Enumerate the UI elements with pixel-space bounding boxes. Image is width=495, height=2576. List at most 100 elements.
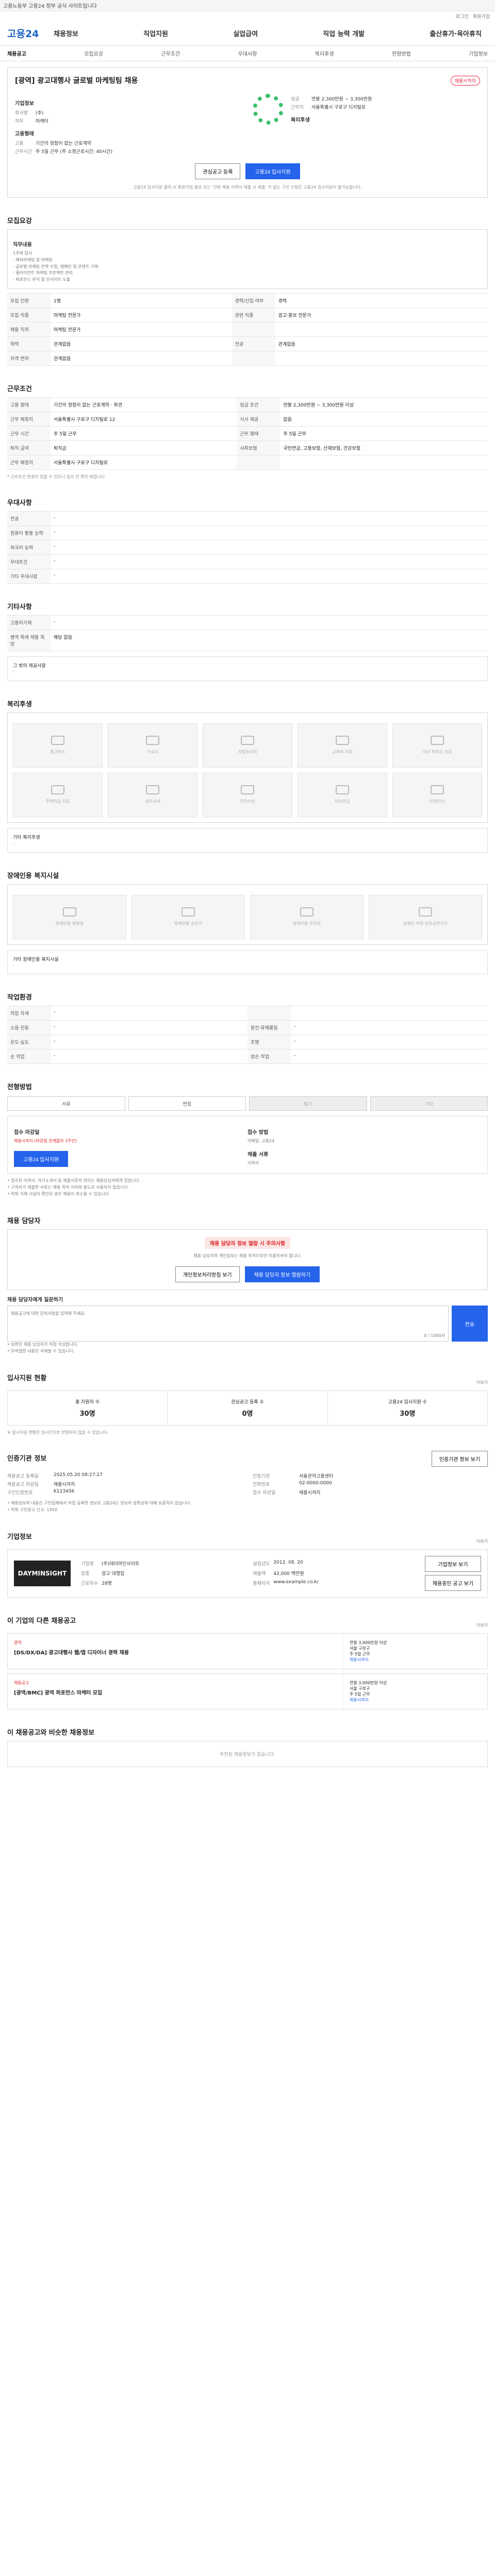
question-input[interactable]: 채용공고에 대한 문의사항을 입력해 주세요. 0 / 1000자 <box>7 1306 449 1342</box>
table-row: 컴퓨터 활용 능력 - <box>7 525 488 540</box>
related-item[interactable]: 광역 [DS/DX/DA] 광고대행사 웹/앱 디자이너 경력 채용 연봉 3,… <box>7 1633 488 1669</box>
row-label: 사회보험 <box>237 440 280 455</box>
menu-career[interactable]: 직업지원 <box>143 28 168 38</box>
table-row: 작업 자세 - <box>7 1006 488 1021</box>
row-value <box>280 454 488 470</box>
menu-parental[interactable]: 출산휴가·육아휴직 <box>430 28 482 38</box>
row-label: 기타 우대사항 <box>7 568 51 584</box>
row-label: 고용허가제 <box>7 615 51 630</box>
welfare-label: 연차수당 <box>240 799 255 804</box>
menu-jobs[interactable]: 채용정보 <box>54 28 78 38</box>
cond-hours: 주 5일 근무 (주 소정근로시간: 40시간) <box>36 149 113 155</box>
question-form: 채용공고에 대한 문의사항을 입력해 주세요. 0 / 1000자 전송 <box>7 1306 488 1342</box>
related-tag: 채용시까지 <box>350 1657 369 1662</box>
table-row: 퇴직 급여 퇴직금 사회보험 국민연금, 고용보험, 산재보험, 건강보험 <box>7 440 488 455</box>
row-label: 모집 인원 <box>7 293 51 308</box>
view-manager-button[interactable]: 채용 담당자 정보 열람하기 <box>244 1266 320 1283</box>
company-key: 근로자수 <box>81 1581 98 1587</box>
row-value: 경력 <box>275 293 488 308</box>
pos-value: 마케터 <box>36 119 48 124</box>
welfare-label: 기숙사 <box>146 750 159 755</box>
row-label: 경력/신입 여부 <box>232 293 275 308</box>
welfare-icon <box>146 785 159 795</box>
row-label: 채용 직위 <box>7 321 51 337</box>
site-logo[interactable]: 고용24 <box>7 26 47 40</box>
company-value[interactable]: www.example.co.kr <box>273 1580 319 1586</box>
login-link[interactable]: 로그인 <box>456 13 469 20</box>
company-name[interactable]: (주) <box>36 109 43 116</box>
row-label: 컴퓨터 활용 능력 <box>7 525 51 540</box>
gov-notice: 고용노동부 고용24 정부 공식 사이트입니다 <box>3 4 97 9</box>
welfare-icon <box>431 785 444 795</box>
related-job-title[interactable]: [광역/BMC] 광역 퍼포먼스 마케터 모집 <box>14 1688 337 1696</box>
table-row: 모집 직종 마케팅 전문가 관련 직종 광고·홍보 전문가 <box>7 307 488 323</box>
tab-recruit[interactable]: 모집요강 <box>84 49 103 57</box>
send-button[interactable]: 전송 <box>452 1306 488 1342</box>
info-title: 인증기관 정보 <box>7 1454 47 1463</box>
util-nav: 로그인 회원가입 <box>0 11 495 21</box>
save-job-button[interactable]: 관심공고 등록 <box>195 163 241 179</box>
menu-unemployment[interactable]: 실업급여 <box>233 28 258 38</box>
related-loc: 서울 구로구 <box>350 1686 370 1691</box>
table-row: 외국어 능력 - <box>7 539 488 555</box>
welfare-title: 복리후생 <box>7 700 32 708</box>
disabled-title: 장애인용 복지시설 <box>7 872 59 880</box>
other-title: 기타사항 <box>7 603 32 611</box>
stat-online: 고용24 입사지원 수 30명 <box>328 1391 487 1425</box>
row-value: 주 5일 근무 <box>280 426 488 441</box>
row-value: 마케팅 전문가 <box>51 307 232 323</box>
manager-box: 채용 담당자 정보 열람 시 주의사항 채용 담당자의 개인정보는 채용 목적으… <box>7 1229 488 1291</box>
welfare-label: 주택자금 지원 <box>45 799 70 804</box>
stats-more-link[interactable]: 더보기 <box>476 1380 488 1386</box>
row-value <box>275 350 488 366</box>
welfare-label: 통근버스 <box>50 750 65 755</box>
company-info-button[interactable]: 기업정보 보기 <box>424 1555 481 1572</box>
option-etc: 기타 <box>370 1096 488 1111</box>
welfare-icon <box>241 736 254 745</box>
recommend-title: 이 채용공고와 비슷한 채용정보 <box>7 1728 95 1737</box>
info-value: 2025.05.20 08:27:27 <box>54 1472 103 1478</box>
row-label: 양손 작업 <box>248 1049 291 1064</box>
company-more-link[interactable]: 더보기 <box>476 1538 488 1545</box>
welfare-label: 장애인용 화장실 <box>55 921 84 926</box>
related-more-link[interactable]: 더보기 <box>476 1622 488 1629</box>
related-item[interactable]: 채용공고 [광역/BMC] 광역 퍼포먼스 마케터 모집 연봉 3,000만원 … <box>7 1673 488 1709</box>
tab-work[interactable]: 근무조건 <box>161 49 180 57</box>
row-label: 자격 면허 <box>7 350 51 366</box>
row-value: - <box>51 1020 248 1036</box>
signup-link[interactable]: 회원가입 <box>473 13 490 20</box>
related-job-title[interactable]: [DS/DX/DA] 광고대행사 웹/앱 디자이너 경력 채용 <box>14 1648 337 1656</box>
welfare-item: 교육비 지원 <box>298 723 387 768</box>
privacy-button[interactable]: 개인정보처리방침 보기 <box>175 1266 240 1283</box>
tab-process[interactable]: 전형방법 <box>392 49 411 57</box>
welfare-item: 퇴직연금 <box>298 772 387 817</box>
info-button[interactable]: 인증기관 정보 보기 <box>431 1450 488 1467</box>
company-box: DAYMINSIGHT 기업명 (주)데이마인사이트 설립년도 2012. 08. … <box>7 1549 488 1598</box>
tab-company[interactable]: 기업정보 <box>469 49 488 57</box>
option-document: 서류 <box>7 1096 125 1111</box>
row-label: 학력 <box>7 336 51 351</box>
company-value: 28명 <box>102 1581 112 1587</box>
duty-line: - 클라이언트 마케팅 프로젝트 관리 <box>13 270 73 276</box>
apply-note: 고용24 입사지원 클릭 시 회원가입 필요 또는 '간편 체용 이력서 제출 … <box>133 185 362 190</box>
company-jobs-button[interactable]: 채용중인 공고 보기 <box>424 1574 481 1591</box>
welfare-label: 차량유지비 <box>238 750 257 755</box>
table-row: 근무 예정지 서울특별시 구로구 디지털로 12 식사 제공 없음 <box>7 411 488 427</box>
apply-button-2[interactable]: 고용24 입사지원 <box>14 1151 69 1167</box>
tab-job[interactable]: 채용공고 <box>7 49 26 57</box>
hours-key: 근무시간 <box>15 149 32 155</box>
welfare-label: 장애인 작업 보조공학기기 <box>403 921 448 926</box>
global-nav: 고용24 채용정보 직업지원 실업급여 직업 능력 개발 출산휴가·육아휴직 <box>0 21 495 45</box>
company-value: 광고 대행업 <box>102 1571 125 1577</box>
table-row: 근무 예정지 서울특별시 구로구 디지털로 <box>7 454 488 470</box>
tab-prefer[interactable]: 우대사항 <box>238 49 257 57</box>
apply-button[interactable]: 고용24 입사지원 <box>245 163 300 179</box>
welfare-item: 경조사비 <box>108 772 197 817</box>
tab-welfare[interactable]: 복리후생 <box>315 49 334 57</box>
row-value <box>275 321 488 337</box>
work-title: 근무조건 <box>7 385 32 393</box>
manager-title: 채용 담당자 <box>7 1217 41 1225</box>
row-value: 1명 <box>51 293 232 308</box>
welfare-icon <box>431 736 444 745</box>
menu-training[interactable]: 직업 능력 개발 <box>323 28 365 38</box>
